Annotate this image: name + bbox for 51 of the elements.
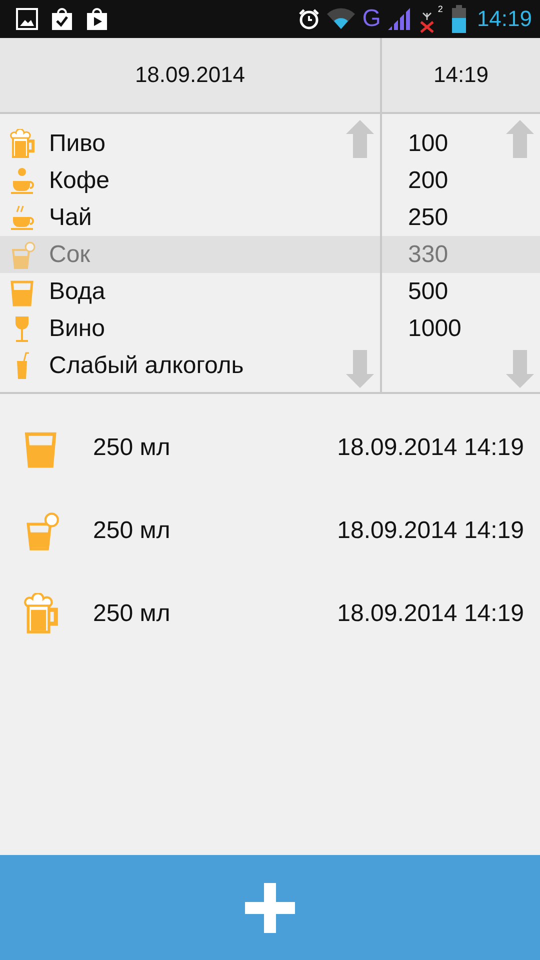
volume-option[interactable]: 200 — [382, 162, 540, 199]
no-signal-icon — [418, 11, 435, 33]
volume-option[interactable]: 1000 — [382, 310, 540, 347]
drink-name: Слабый алкоголь — [49, 352, 244, 380]
mug-drink-icon — [24, 592, 60, 634]
drink-name: Сок — [49, 240, 90, 268]
drink-option[interactable]: Чай — [0, 199, 380, 236]
alarm-icon — [298, 8, 320, 30]
drink-option[interactable]: Вода — [0, 273, 380, 310]
drink-name: Кофе — [49, 166, 110, 194]
signal-icon — [386, 7, 411, 31]
shopping-bag-icon — [51, 7, 73, 31]
amount-text: 250 мл — [93, 516, 170, 544]
wifi-icon — [326, 8, 356, 30]
drink-option[interactable]: Пиво — [0, 125, 380, 162]
entry-datetime: 18.09.2014 14:19 — [337, 516, 524, 544]
mug-drink-icon — [10, 128, 36, 158]
entry-datetime: 18.09.2014 14:19 — [337, 600, 524, 628]
drink-wheel[interactable]: Пиво Кофе Чай Сок Вода Вино Слабый алкоголь — [0, 114, 382, 392]
volume-option[interactable]: 500 — [382, 273, 540, 310]
play-store-icon — [86, 7, 108, 31]
coffee-drink-icon — [10, 166, 36, 196]
history-entry[interactable]: 250 мл 18.09.2014 14:19 — [0, 572, 540, 655]
volume-option[interactable]: 250 — [382, 199, 540, 236]
drink-name: Пиво — [49, 130, 106, 158]
entry-datetime: 18.09.2014 14:19 — [337, 434, 524, 462]
scroll-down-arrow-icon[interactable] — [506, 350, 534, 388]
drink-option[interactable]: Вино — [0, 310, 380, 347]
amount-text: 250 мл — [93, 600, 170, 628]
drink-name: Вино — [49, 314, 106, 342]
drink-option[interactable]: Слабый алкоголь — [0, 347, 380, 384]
plus-icon — [245, 882, 295, 932]
sim-number: 2 — [438, 4, 443, 14]
juice-drink-icon — [24, 510, 60, 552]
clock: 14:19 — [476, 6, 532, 32]
drink-name: Вода — [49, 278, 106, 306]
volume-wheel[interactable]: 100 200 250 330 500 1000 — [382, 114, 540, 392]
network-type-label: G — [362, 5, 381, 33]
scroll-up-arrow-icon[interactable] — [346, 120, 374, 158]
scroll-down-arrow-icon[interactable] — [346, 350, 374, 388]
history-entry[interactable]: 250 мл 18.09.2014 14:19 — [0, 489, 540, 572]
drink-name: Чай — [49, 204, 92, 232]
amount-text: 250 мл — [93, 434, 170, 462]
gallery-icon — [16, 8, 38, 30]
drink-option[interactable]: Кофе — [0, 162, 380, 199]
add-button[interactable] — [0, 855, 540, 960]
volume-option[interactable]: 100 — [382, 125, 540, 162]
juice-drink-icon — [10, 240, 36, 270]
scroll-up-arrow-icon[interactable] — [506, 120, 534, 158]
battery-icon — [450, 5, 467, 33]
history-entry[interactable]: 250 мл 18.09.2014 14:19 — [0, 406, 540, 489]
